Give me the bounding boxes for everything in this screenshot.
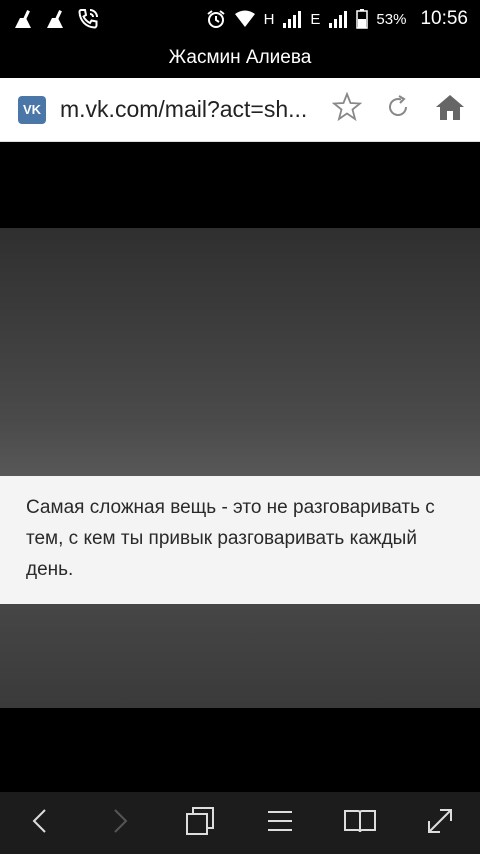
fullscreen-button[interactable] bbox=[410, 792, 470, 854]
menu-button[interactable] bbox=[250, 792, 310, 854]
page-title: Жасмин Алиева bbox=[168, 47, 312, 68]
bookmarks-icon bbox=[343, 808, 377, 839]
menu-icon bbox=[266, 809, 294, 838]
network-type-e: E bbox=[310, 10, 321, 28]
back-icon bbox=[30, 807, 50, 840]
status-notifications bbox=[12, 7, 100, 31]
screen: H E 53% 10:56 Жасмин Алиева VK m.vk.com/… bbox=[0, 0, 480, 854]
cleaner-icon bbox=[12, 8, 34, 30]
cleaner-icon bbox=[44, 8, 66, 30]
tabs-button[interactable] bbox=[170, 792, 230, 854]
vk-favicon-icon: VK bbox=[18, 95, 46, 124]
forward-button[interactable] bbox=[90, 792, 150, 854]
bookmarks-button[interactable] bbox=[330, 792, 390, 854]
reload-icon[interactable] bbox=[384, 93, 412, 126]
home-icon[interactable] bbox=[434, 92, 466, 127]
address-bar[interactable]: VK m.vk.com/mail?act=sh... bbox=[0, 78, 480, 142]
content-top-letterbox bbox=[0, 142, 480, 228]
bookmark-star-icon[interactable] bbox=[331, 91, 363, 127]
forward-icon bbox=[110, 807, 130, 840]
battery-icon bbox=[356, 9, 369, 29]
tabs-icon bbox=[184, 806, 216, 841]
content-bottom-letterbox bbox=[0, 708, 480, 792]
clock: 10:56 bbox=[420, 8, 468, 29]
signal-icon bbox=[282, 10, 302, 28]
browser-bottom-nav bbox=[0, 792, 480, 854]
alarm-icon bbox=[206, 9, 226, 29]
phone-call-icon bbox=[76, 7, 100, 31]
address-actions bbox=[331, 91, 466, 127]
battery-level: 53% bbox=[376, 10, 407, 28]
signal-icon bbox=[328, 10, 348, 28]
quote-caption-box: Самая сложная вещь - это не разговариват… bbox=[0, 476, 480, 604]
network-type-h: H bbox=[263, 10, 275, 28]
back-button[interactable] bbox=[10, 792, 70, 854]
status-system: H E 53% 10:56 bbox=[206, 8, 468, 30]
wifi-icon bbox=[234, 10, 256, 28]
page-title-bar: Жасмин Алиева bbox=[0, 38, 480, 78]
status-bar: H E 53% 10:56 bbox=[0, 0, 480, 38]
quote-caption: Самая сложная вещь - это не разговариват… bbox=[26, 497, 435, 580]
url-field[interactable]: m.vk.com/mail?act=sh... bbox=[60, 96, 315, 123]
quote-image bbox=[0, 228, 480, 708]
fullscreen-icon bbox=[426, 807, 454, 840]
